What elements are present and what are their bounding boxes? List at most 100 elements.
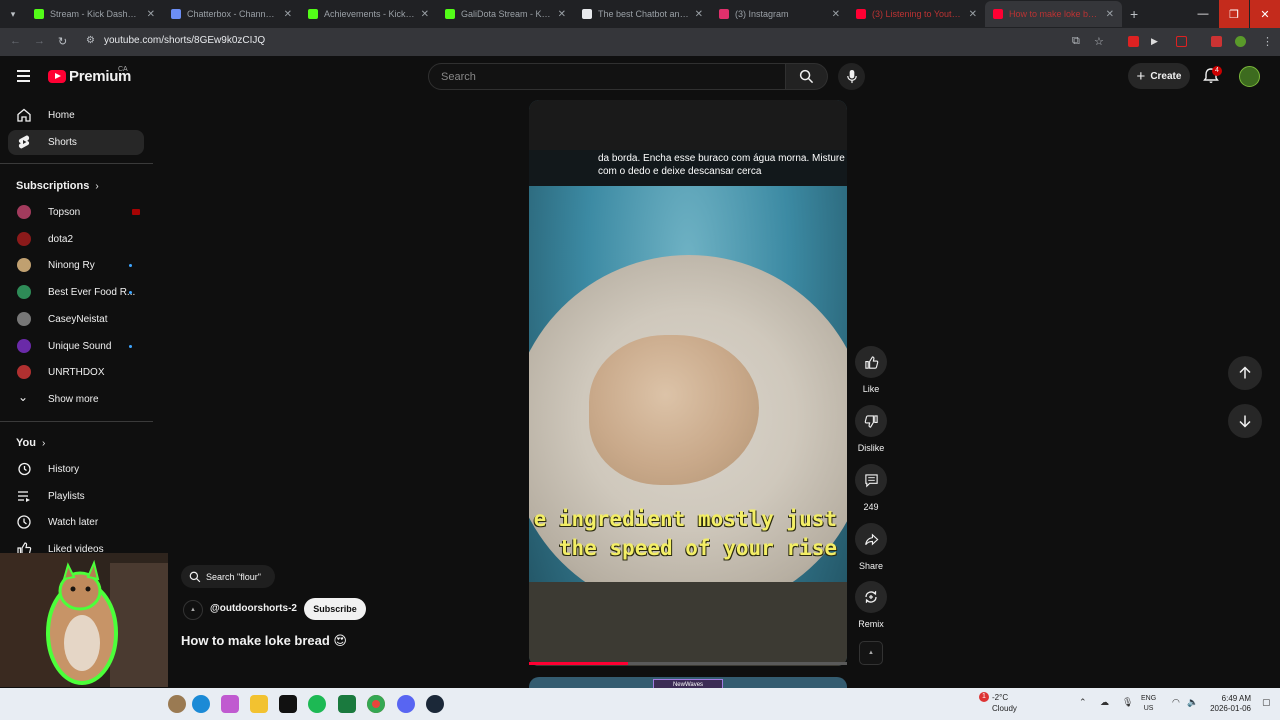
extension-record-icon[interactable]: [1211, 36, 1222, 47]
kick-app-icon[interactable]: [338, 695, 356, 713]
browser-tab[interactable]: GaliDota Stream - Kick ✕: [437, 1, 574, 27]
previous-short-button[interactable]: [1228, 356, 1262, 390]
you-heading[interactable]: You ›: [16, 437, 45, 449]
language-indicator[interactable]: ENG US: [1141, 694, 1156, 714]
channel-avatar[interactable]: ▲: [183, 600, 203, 620]
sound-thumbnail[interactable]: ▲: [859, 641, 883, 665]
notification-center-icon[interactable]: ▢: [1262, 697, 1271, 708]
extension-play-icon[interactable]: ▶: [1151, 36, 1162, 47]
file-explorer-icon[interactable]: [250, 695, 268, 713]
browser-tab[interactable]: Stream - Kick Dashboard ✕: [26, 1, 163, 27]
tray-cloud-icon[interactable]: ☁: [1100, 697, 1109, 708]
discord-icon[interactable]: [397, 695, 415, 713]
browser-tab[interactable]: Chatterbox - Channel Strea... ✕: [163, 1, 300, 27]
sidebar-item-history[interactable]: History: [8, 457, 144, 482]
minimize-button[interactable]: —: [1188, 0, 1218, 28]
browser-tab[interactable]: How to make loke bread... ✕: [985, 1, 1122, 27]
caption-english: e ingredient mostly just the speed of yo…: [529, 505, 847, 563]
new-content-dot: [129, 344, 132, 348]
tab-close-icon[interactable]: ✕: [284, 9, 292, 20]
subscription-item[interactable]: Best Ever Food R...: [8, 280, 144, 305]
show-more-button[interactable]: ⌄ Show more: [8, 387, 144, 412]
tab-close-icon[interactable]: ✕: [969, 9, 977, 20]
weather-widget[interactable]: -2°C Cloudy: [992, 692, 1017, 714]
subscription-item[interactable]: dota2: [8, 227, 144, 252]
windows-taskbar: [0, 688, 1280, 720]
create-button[interactable]: + Create: [1128, 63, 1190, 89]
dislike-action[interactable]: Dislike: [855, 405, 887, 453]
like-action[interactable]: Like: [855, 346, 887, 394]
sidebar-item-home[interactable]: Home: [8, 103, 144, 128]
url-field[interactable]: youtube.com/shorts/8GEw9k0zCIJQ: [104, 35, 265, 46]
install-app-icon[interactable]: ⧉: [1072, 35, 1080, 48]
restore-button[interactable]: ❐: [1219, 0, 1249, 28]
like-button[interactable]: [855, 346, 887, 378]
site-info-icon[interactable]: ⚙: [86, 35, 95, 46]
bookmark-star-icon[interactable]: ☆: [1094, 35, 1104, 48]
tab-close-icon[interactable]: ✕: [558, 9, 566, 20]
steam-icon[interactable]: [426, 695, 444, 713]
browser-menu-icon[interactable]: ▾: [0, 1, 26, 27]
reload-icon[interactable]: ↻: [58, 35, 67, 48]
tab-close-icon[interactable]: ✕: [421, 9, 429, 20]
comments-action[interactable]: 249: [855, 464, 887, 512]
sidebar-item-watch-later[interactable]: Watch later: [8, 510, 144, 535]
tray-microphone-icon[interactable]: 🎙: [1122, 697, 1133, 708]
tab-close-icon[interactable]: ✕: [695, 9, 703, 20]
sidebar-item-playlists[interactable]: Playlists: [8, 484, 144, 509]
search-input[interactable]: [429, 64, 785, 89]
subscribe-button[interactable]: Subscribe: [304, 598, 366, 620]
browser-tab[interactable]: The best Chatbot and W... ✕: [574, 1, 711, 27]
forward-icon[interactable]: →: [34, 35, 45, 47]
chrome-icon[interactable]: [367, 695, 385, 713]
subscription-item[interactable]: Topson: [8, 200, 144, 225]
profile-avatar-icon[interactable]: [1235, 36, 1246, 47]
comments-button[interactable]: [855, 464, 887, 496]
short-title[interactable]: How to make loke bread 😍: [181, 633, 347, 649]
copilot-icon[interactable]: [221, 695, 239, 713]
spotify-icon[interactable]: [308, 695, 326, 713]
tab-close-icon[interactable]: ✕: [1106, 9, 1114, 20]
volume-icon[interactable]: 🔈: [1187, 697, 1198, 708]
browser-kebab-icon[interactable]: ⋮: [1262, 35, 1273, 48]
tray-overflow-icon[interactable]: ⌃: [1079, 697, 1087, 708]
edge-browser-icon[interactable]: [192, 695, 210, 713]
tiktok-icon[interactable]: [279, 695, 297, 713]
tab-close-icon[interactable]: ✕: [147, 9, 155, 20]
search-button[interactable]: [786, 63, 828, 90]
browser-tab[interactable]: (3) Listening to Youtube... ✕: [848, 1, 985, 27]
webcam-overlay: [0, 553, 168, 687]
video-progress-bar[interactable]: [529, 662, 847, 665]
plus-icon: +: [1136, 67, 1146, 85]
channel-name[interactable]: @outdoorshorts-2: [210, 603, 297, 614]
extension-puzzle-icon[interactable]: [1176, 36, 1187, 47]
voice-search-button[interactable]: [838, 63, 865, 90]
share-action[interactable]: Share: [855, 523, 887, 571]
system-clock[interactable]: 6:49 AM 2026-01-06: [1205, 694, 1251, 714]
subscription-item[interactable]: Ninong Ry: [8, 253, 144, 278]
wifi-icon[interactable]: ◠: [1172, 697, 1180, 708]
account-avatar[interactable]: [1239, 66, 1260, 87]
browser-tab[interactable]: Achievements - Kick Da... ✕: [300, 1, 437, 27]
taskbar-app-icon[interactable]: [168, 695, 186, 713]
remix-action[interactable]: Remix: [855, 581, 887, 629]
next-short-button[interactable]: [1228, 404, 1262, 438]
dislike-button[interactable]: [855, 405, 887, 437]
subscription-item[interactable]: Unique Sound: [8, 334, 144, 359]
video-progress-fill: [529, 662, 628, 665]
back-icon[interactable]: ←: [10, 35, 21, 47]
remix-button[interactable]: [855, 581, 887, 613]
tab-close-icon[interactable]: ✕: [832, 9, 840, 20]
new-tab-button[interactable]: +: [1130, 6, 1138, 22]
subscription-item[interactable]: CaseyNeistat: [8, 307, 144, 332]
short-video-player[interactable]: [529, 100, 847, 666]
share-button[interactable]: [855, 523, 887, 555]
close-window-button[interactable]: ✕: [1250, 0, 1280, 28]
subscriptions-heading[interactable]: Subscriptions ›: [16, 180, 99, 192]
browser-tab[interactable]: (3) Instagram ✕: [711, 1, 848, 27]
search-suggestion-chip[interactable]: Search "flour": [181, 565, 275, 588]
hamburger-menu-icon[interactable]: [16, 68, 32, 84]
extension-tp-icon[interactable]: [1128, 36, 1139, 47]
sidebar-item-shorts[interactable]: Shorts: [8, 130, 144, 155]
subscription-item[interactable]: UNRTHDOX: [8, 360, 144, 385]
